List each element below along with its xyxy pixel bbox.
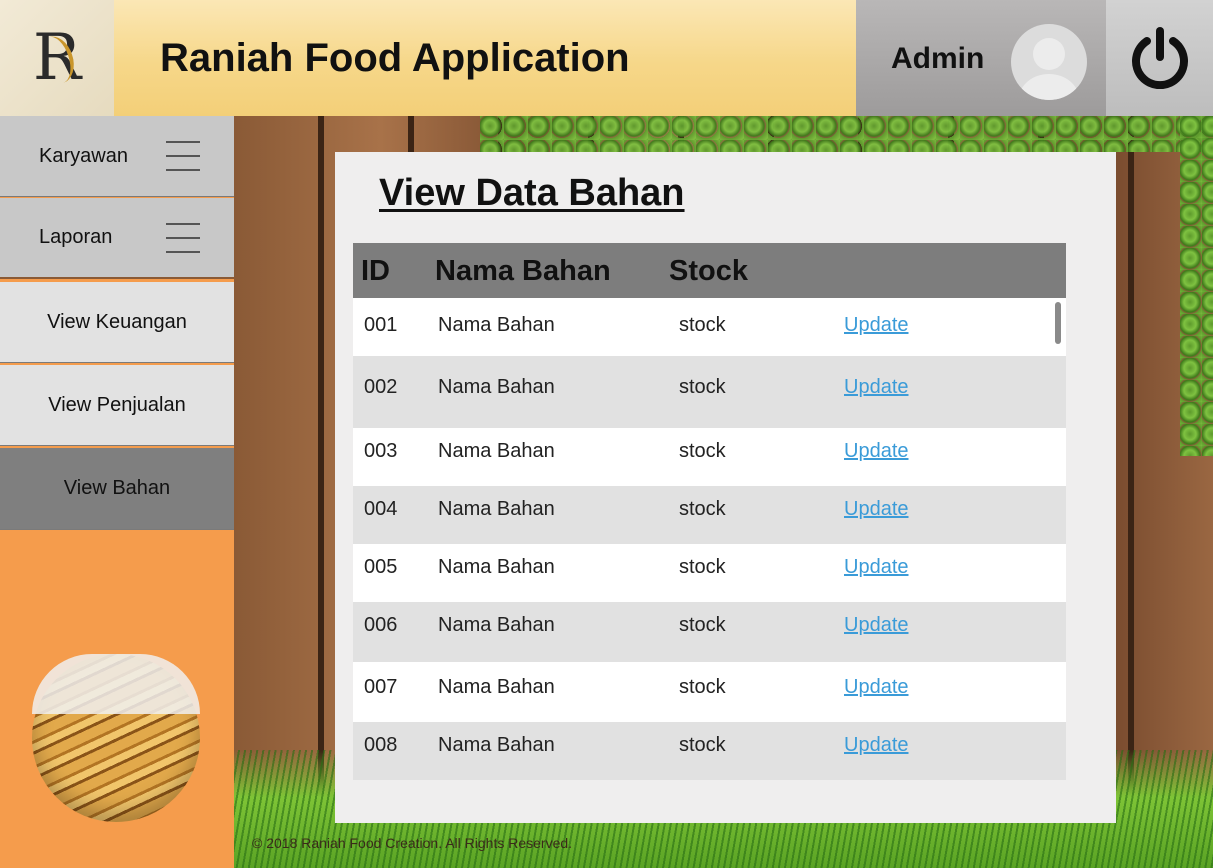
update-link[interactable]: Update: [844, 314, 909, 337]
column-header-nama-bahan: Nama Bahan: [435, 255, 611, 287]
cell-nama-bahan: Nama Bahan: [438, 734, 555, 756]
table-row: 001 Nama Bahan stock Update: [353, 298, 1066, 356]
cell-stock: stock: [679, 614, 726, 636]
update-link[interactable]: Update: [844, 676, 909, 699]
sidebar-item-karyawan[interactable]: Karyawan: [0, 116, 234, 197]
bahan-table: ID Nama Bahan Stock 001 Nama Bahan stock…: [353, 243, 1066, 780]
cell-id: 003: [364, 440, 398, 462]
sidebar: Karyawan Laporan View Keuangan View Penj…: [0, 116, 234, 868]
table-row: 002 Nama Bahan stock Update: [353, 356, 1066, 428]
cell-id: 002: [364, 376, 398, 398]
table-row: 006 Nama Bahan stock Update: [353, 602, 1066, 662]
title-bar: Raniah Food Application: [114, 0, 856, 116]
sidebar-item-label: View Bahan: [63, 477, 171, 499]
cell-nama-bahan: Nama Bahan: [438, 676, 555, 698]
user-name: Admin: [891, 42, 985, 75]
app-title: Raniah Food Application: [160, 35, 630, 80]
sidebar-item-label: View Penjualan: [48, 393, 186, 416]
table-row: 004 Nama Bahan stock Update: [353, 486, 1066, 544]
sidebar-item-label: Laporan: [39, 226, 113, 248]
cell-stock: stock: [679, 734, 726, 756]
table-row: 008 Nama Bahan stock Update: [353, 722, 1066, 780]
update-link[interactable]: Update: [844, 734, 909, 757]
hamburger-menu-icon[interactable]: [166, 141, 200, 172]
logo-letter: R: [32, 21, 82, 95]
cell-nama-bahan: Nama Bahan: [438, 440, 555, 462]
table-header: ID Nama Bahan Stock: [353, 243, 1066, 298]
cell-nama-bahan: Nama Bahan: [438, 614, 555, 636]
user-avatar-icon[interactable]: [1011, 24, 1087, 100]
cell-id: 005: [364, 556, 398, 578]
sidebar-item-view-penjualan[interactable]: View Penjualan: [0, 365, 234, 446]
cell-id: 007: [364, 676, 398, 698]
cell-nama-bahan: Nama Bahan: [438, 556, 555, 578]
vine-decoration: [480, 116, 1213, 152]
food-image: [32, 654, 200, 822]
cell-stock: stock: [679, 498, 726, 520]
content-panel: View Data Bahan ID Nama Bahan Stock 001 …: [335, 152, 1116, 823]
sidebar-item-laporan[interactable]: Laporan: [0, 198, 234, 279]
update-link[interactable]: Update: [844, 376, 909, 399]
sidebar-item-view-bahan[interactable]: View Bahan: [0, 448, 234, 530]
cell-id: 006: [364, 614, 398, 636]
update-link[interactable]: Update: [844, 556, 909, 579]
vine-decoration: [1180, 116, 1213, 456]
sidebar-item-view-keuangan[interactable]: View Keuangan: [0, 282, 234, 363]
scrollbar-thumb[interactable]: [1055, 302, 1061, 344]
page-title: View Data Bahan: [379, 172, 685, 214]
cell-nama-bahan: Nama Bahan: [438, 498, 555, 520]
hamburger-menu-icon[interactable]: [166, 223, 200, 254]
update-link[interactable]: Update: [844, 614, 909, 637]
logout-button[interactable]: [1106, 0, 1213, 116]
cell-nama-bahan: Nama Bahan: [438, 376, 555, 398]
user-profile[interactable]: Admin: [856, 0, 1106, 116]
footer-copyright: © 2018 Raniah Food Creation. All Rights …: [252, 835, 573, 851]
column-header-id: ID: [361, 255, 390, 287]
cell-id: 004: [364, 498, 398, 520]
update-link[interactable]: Update: [844, 498, 909, 521]
sidebar-item-label: View Keuangan: [47, 310, 187, 333]
app-header: R Raniah Food Application Admin: [0, 0, 1213, 116]
cell-id: 008: [364, 734, 398, 756]
power-icon: [1131, 27, 1188, 89]
table-row: 003 Nama Bahan stock Update: [353, 428, 1066, 486]
cell-stock: stock: [679, 376, 726, 398]
cell-nama-bahan: Nama Bahan: [438, 314, 555, 336]
cell-stock: stock: [679, 556, 726, 578]
table-row: 007 Nama Bahan stock Update: [353, 662, 1066, 722]
column-header-stock: Stock: [669, 255, 748, 287]
cell-stock: stock: [679, 314, 726, 336]
sidebar-item-label: Karyawan: [39, 144, 128, 167]
cell-stock: stock: [679, 676, 726, 698]
cell-id: 001: [364, 314, 398, 336]
cell-stock: stock: [679, 440, 726, 462]
update-link[interactable]: Update: [844, 440, 909, 463]
table-row: 005 Nama Bahan stock Update: [353, 544, 1066, 602]
app-logo[interactable]: R: [0, 0, 114, 116]
